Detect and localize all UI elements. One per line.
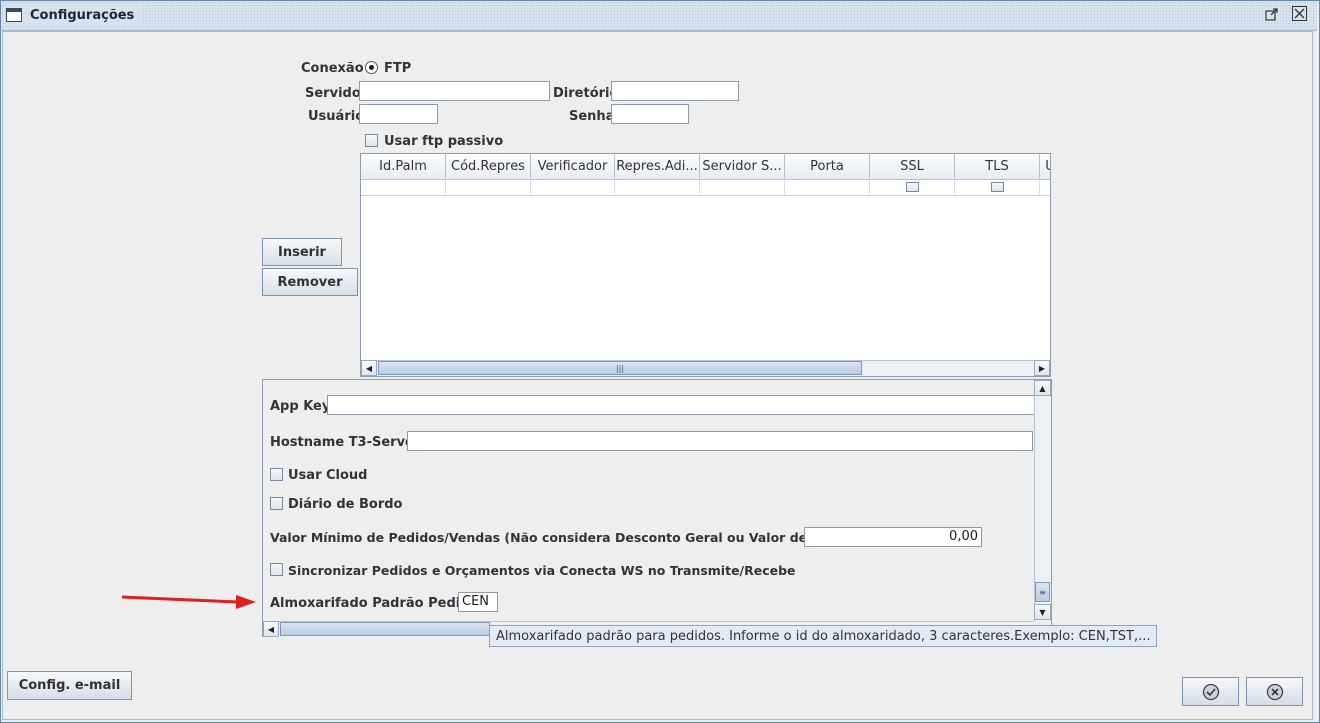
ftp-radio-label: FTP <box>384 61 412 76</box>
column-header[interactable]: Porta <box>785 154 870 179</box>
almoxarifado-label: Almoxarifado Padrão Pedido <box>270 596 479 611</box>
window-icon <box>6 8 22 22</box>
column-header[interactable]: Servidor S... <box>700 154 785 179</box>
ssl-cell[interactable] <box>870 179 955 195</box>
diario-bordo-label: Diário de Bordo <box>288 497 403 512</box>
cancel-button[interactable] <box>1246 677 1303 706</box>
column-header[interactable]: SSL <box>870 154 955 179</box>
column-header[interactable]: Cód.Repres <box>446 154 531 179</box>
tls-checkbox[interactable] <box>991 182 1004 192</box>
table-cell[interactable] <box>361 179 446 195</box>
config-email-button[interactable]: Config. e-mail <box>7 671 132 700</box>
ftp-radio[interactable] <box>365 61 378 74</box>
cancel-icon <box>1266 683 1283 700</box>
ftp-passivo-label: Usar ftp passivo <box>384 134 504 149</box>
table-header: Id.Palm Cód.Repres Verificador Repres.Ad… <box>361 154 1050 180</box>
hostname-field[interactable] <box>407 431 1033 451</box>
scroll-up-icon[interactable]: ▲ <box>1034 380 1051 396</box>
confirm-button[interactable] <box>1182 677 1239 706</box>
column-header[interactable]: Id.Palm <box>361 154 446 179</box>
usuario-label: Usuário <box>308 109 365 124</box>
diretorio-label: Diretório <box>553 86 619 101</box>
table-cell[interactable] <box>615 179 700 195</box>
inserir-button[interactable]: Inserir <box>262 238 342 266</box>
almoxarifado-tooltip: Almoxarifado padrão para pedidos. Inform… <box>489 625 1158 647</box>
maximize-icon[interactable] <box>1264 6 1279 21</box>
panel-hscroll-thumb[interactable] <box>280 622 490 636</box>
table-cell[interactable] <box>446 179 531 195</box>
confirm-icon <box>1202 683 1219 700</box>
column-header[interactable]: Verificador <box>531 154 615 179</box>
diretorio-field[interactable] <box>611 81 739 101</box>
scroll-left-icon[interactable]: ◀ <box>361 360 377 376</box>
valor-minimo-field[interactable]: 0,00 <box>804 527 982 547</box>
usar-cloud-label: Usar Cloud <box>288 468 368 483</box>
servidor-label: Servidor <box>305 86 368 101</box>
app-key-field[interactable] <box>327 395 1035 415</box>
title-bar <box>1 1 1317 31</box>
senha-field[interactable] <box>611 104 689 124</box>
column-header[interactable]: U <box>1040 154 1050 179</box>
close-icon[interactable] <box>1292 6 1307 21</box>
hostname-label: Hostname T3-Server <box>270 435 421 450</box>
column-header[interactable]: TLS <box>955 154 1040 179</box>
usuario-field[interactable] <box>359 104 438 124</box>
ssl-checkbox[interactable] <box>906 182 919 192</box>
palm-table: Id.Palm Cód.Repres Verificador Repres.Ad… <box>360 153 1051 377</box>
valor-minimo-label: Valor Mínimo de Pedidos/Vendas (Não cons… <box>270 530 855 545</box>
table-cell[interactable] <box>700 179 785 195</box>
annotation-arrow-icon <box>121 595 256 609</box>
scroll-right-icon[interactable]: ▶ <box>1034 360 1050 376</box>
servidor-field[interactable] <box>359 81 550 101</box>
title-area: Configurações <box>6 4 143 26</box>
remover-button[interactable]: Remover <box>262 268 358 296</box>
table-cell[interactable] <box>1040 179 1050 195</box>
ftp-passivo-checkbox[interactable] <box>365 134 378 147</box>
table-cell[interactable] <box>531 179 615 195</box>
tls-cell[interactable] <box>955 179 1040 195</box>
sincronizar-label: Sincronizar Pedidos e Orçamentos via Con… <box>288 563 796 578</box>
panel-vscroll-thumb[interactable]: ≡ <box>1035 582 1050 602</box>
conexao-label: Conexão <box>301 61 364 76</box>
column-header[interactable]: Repres.Adi... <box>615 154 700 179</box>
sincronizar-checkbox[interactable] <box>270 563 283 576</box>
scroll-down-icon[interactable]: ▼ <box>1034 604 1051 620</box>
senha-label: Senha <box>569 109 615 124</box>
table-row[interactable] <box>361 179 1050 196</box>
table-hscroll-thumb[interactable]: ||| <box>378 361 862 375</box>
table-cell[interactable] <box>785 179 870 195</box>
almoxarifado-field[interactable]: CEN <box>458 592 498 612</box>
diario-bordo-checkbox[interactable] <box>270 497 283 510</box>
window-title: Configurações <box>30 7 135 23</box>
app-key-label: App Key <box>270 399 331 414</box>
scroll-left-icon[interactable]: ◀ <box>263 621 279 637</box>
usar-cloud-checkbox[interactable] <box>270 468 283 481</box>
